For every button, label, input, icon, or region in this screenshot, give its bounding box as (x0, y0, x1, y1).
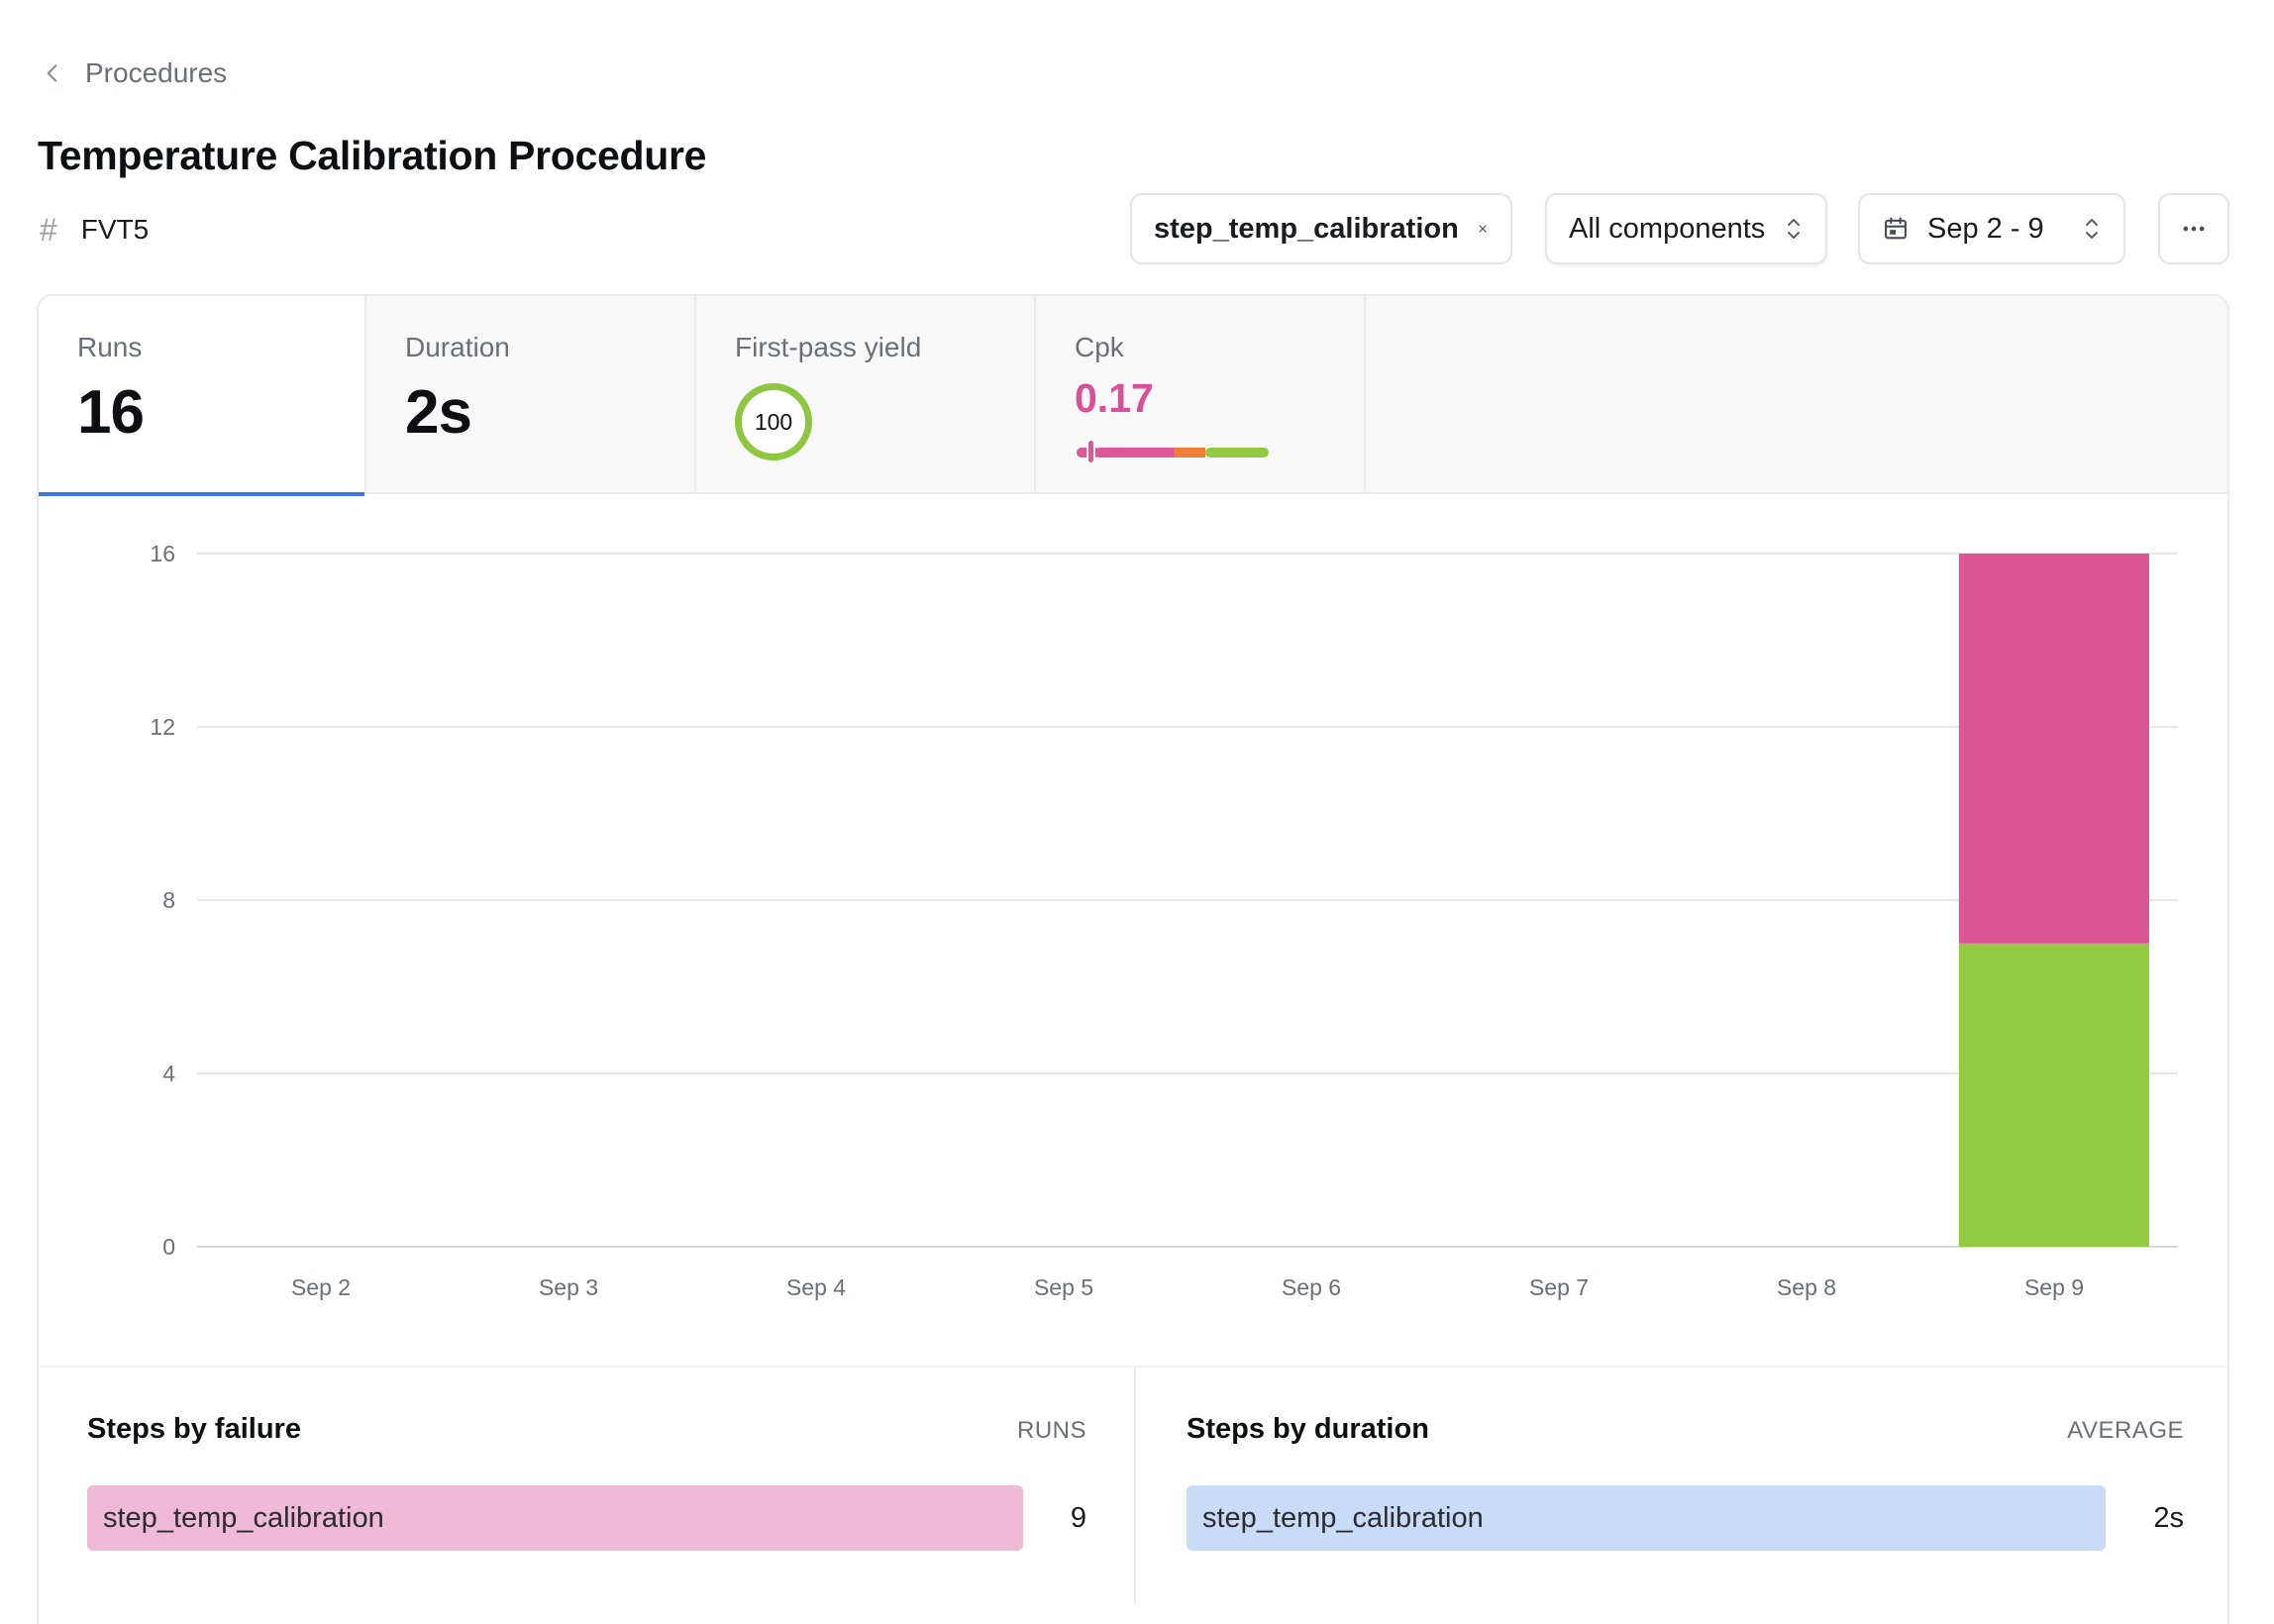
cpk-indicator (1077, 440, 1269, 463)
runs-column-header: RUNS (1016, 1417, 1086, 1444)
runs-label: Runs (77, 332, 143, 362)
yield-label: First-pass yield (735, 332, 922, 362)
x-tick-label: Sep 9 (2024, 1274, 2084, 1300)
more-button[interactable] (2158, 193, 2229, 264)
duration-step-label: step_temp_calibration (1202, 1501, 1484, 1534)
yield-ring: 100 (735, 383, 812, 460)
bar-segment (1959, 554, 2149, 944)
chevron-up-down-icon (1788, 219, 1800, 239)
chevron-left-icon (47, 64, 57, 82)
runs-value: 16 (77, 378, 145, 447)
runs-bar-chart: 0 4 8 12 16 Sep 2 Sep 3 Sep 4 Sep 5 Sep 6 Sep 7 Sep… (150, 541, 2178, 1300)
duration-label: Duration (405, 332, 510, 362)
page-title: Temperature Calibration Procedure (38, 133, 707, 178)
cpk-value: 0.17 (1075, 375, 1154, 421)
breadcrumb-procedures: Procedures (85, 57, 228, 88)
x-tick-label: Sep 3 (539, 1274, 598, 1300)
steps-by-failure-title: Steps by failure (87, 1413, 301, 1445)
y-tick-label: 12 (150, 714, 175, 740)
duration-step-bar[interactable]: step_temp_calibration (1187, 1485, 2106, 1551)
duration-value: 2s (405, 378, 472, 447)
chevron-up-down-icon (2086, 219, 2098, 239)
x-tick-label: Sep 6 (1282, 1274, 1341, 1300)
components-select[interactable]: All components (1545, 193, 1827, 264)
x-tick-label: Sep 4 (786, 1274, 846, 1300)
more-horizontal-icon (2183, 226, 2205, 232)
breadcrumb[interactable]: Procedures (40, 53, 227, 93)
components-select-label: All components (1569, 212, 1766, 245)
y-tick-label: 16 (150, 541, 175, 566)
steps-by-duration-title: Steps by duration (1187, 1413, 1429, 1445)
duration-step-average: 2s (2153, 1501, 2184, 1534)
x-tick-label: Sep 2 (291, 1274, 351, 1300)
steps-by-failure-panel: Steps by failure RUNS step_temp_calibrat… (39, 1368, 1136, 1605)
failure-step-runs: 9 (1070, 1501, 1086, 1534)
failure-step-bar[interactable]: step_temp_calibration (87, 1485, 1023, 1551)
tab-cpk[interactable]: Cpk 0.17 (1036, 296, 1366, 494)
y-tick-label: 8 (162, 887, 175, 913)
x-tick-label: Sep 8 (1777, 1274, 1836, 1300)
procedure-card: Runs 16 Duration 2s First-pass yield 100… (37, 294, 2229, 1624)
y-tick-label: 0 (162, 1234, 175, 1260)
date-range-select[interactable]: Sep 2 - 9 (1858, 193, 2125, 264)
hash-icon: # (40, 211, 57, 248)
bar-segment (1959, 943, 2149, 1247)
close-icon[interactable] (1477, 217, 1489, 241)
step-filter-label: step_temp_calibration (1154, 212, 1459, 245)
steps-by-duration-panel: Steps by duration AVERAGE step_temp_cali… (1138, 1368, 2227, 1605)
y-tick-label: 4 (162, 1061, 175, 1086)
procedure-id: # FVT5 (40, 210, 149, 250)
metrics-tabs: Runs 16 Duration 2s First-pass yield 100… (39, 296, 2227, 496)
failure-step-label: step_temp_calibration (103, 1501, 384, 1534)
tab-duration[interactable]: Duration 2s (366, 296, 696, 494)
step-filter-chip[interactable]: step_temp_calibration (1130, 193, 1512, 264)
x-tick-label: Sep 7 (1529, 1274, 1589, 1300)
runs-chart: 0 4 8 12 16 Sep 2 Sep 3 Sep 4 Sep 5 Sep 6 Sep 7 Sep… (39, 494, 2227, 1366)
step-breakdown: Steps by failure RUNS step_temp_calibrat… (39, 1366, 2227, 1605)
average-column-header: AVERAGE (2067, 1417, 2184, 1444)
cpk-label: Cpk (1075, 332, 1124, 362)
x-tick-label: Sep 5 (1034, 1274, 1093, 1300)
calendar-icon (1885, 217, 1907, 240)
date-range-label: Sep 2 - 9 (1927, 212, 2044, 245)
tab-first-pass-yield[interactable]: First-pass yield 100 (696, 296, 1036, 494)
procedure-id-text: FVT5 (80, 214, 150, 245)
tab-runs[interactable]: Runs 16 (39, 296, 366, 496)
